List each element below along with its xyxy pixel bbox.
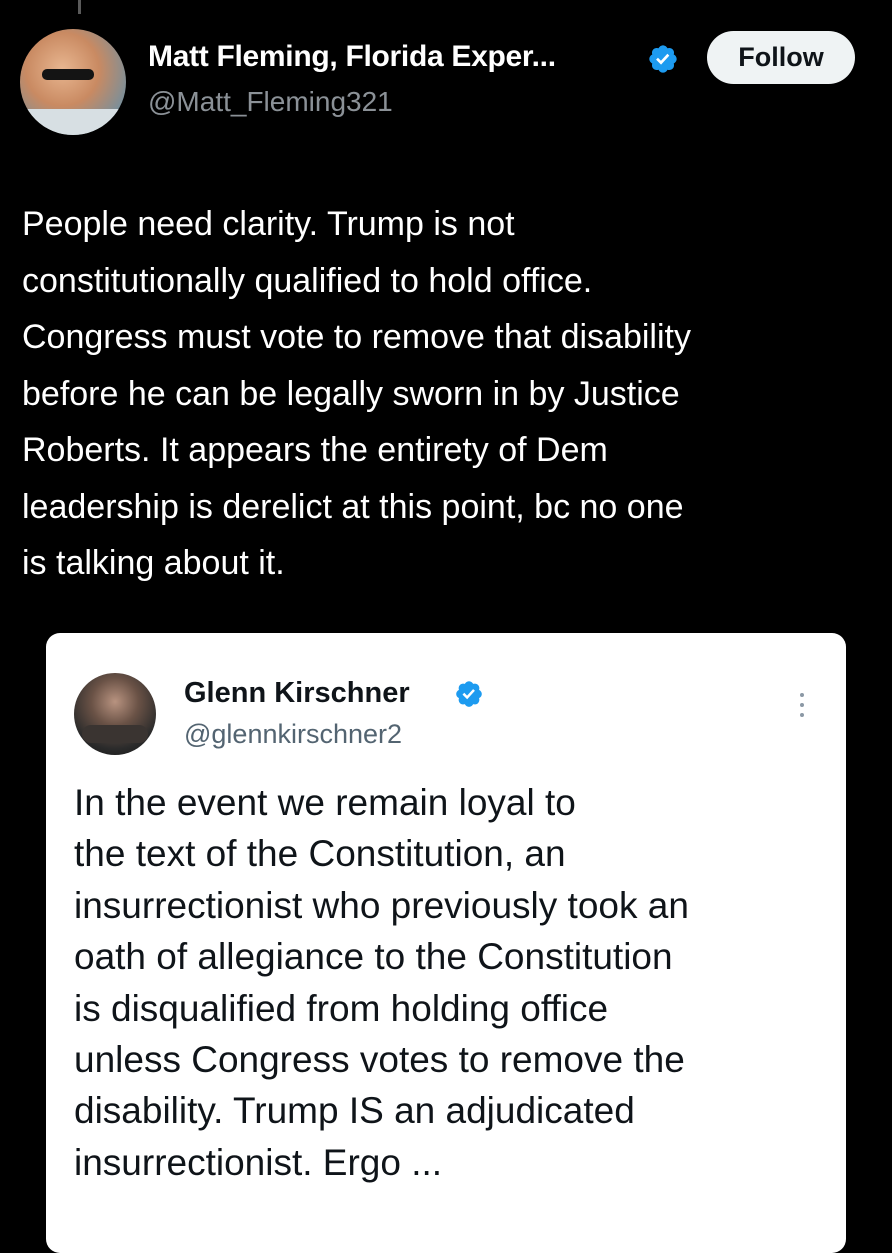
avatar-sunglasses xyxy=(42,69,94,80)
quoted-line: insurrectionist. Ergo ... xyxy=(74,1141,443,1183)
quoted-line: unless Congress votes to remove the xyxy=(74,1039,685,1081)
avatar-shirt xyxy=(20,109,126,135)
more-vertical-icon xyxy=(798,693,806,721)
verified-badge-icon xyxy=(456,681,482,707)
quoted-tweet-text: In the event we remain loyal to the text… xyxy=(74,777,834,1188)
tweet-line: Congress must vote to remove that disabi… xyxy=(22,318,691,356)
top-edge-mark xyxy=(78,0,81,14)
tweet-text: People need clarity. Trump is not consti… xyxy=(22,196,872,592)
quoted-line: oath of allegiance to the Constitution xyxy=(74,936,673,978)
author-handle[interactable]: @Matt_Fleming321 xyxy=(148,86,393,118)
avatar-arms xyxy=(82,725,148,743)
quoted-line: the text of the Constitution, an xyxy=(74,833,566,875)
quoted-line: disability. Trump IS an adjudicated xyxy=(74,1090,635,1132)
tweet-line: leadership is derelict at this point, bc… xyxy=(22,487,684,526)
tweet-line: is talking about it. xyxy=(22,544,285,582)
quoted-tweet-card[interactable]: Glenn Kirschner @glennkirschner2 In the … xyxy=(46,633,846,1253)
author-display-name[interactable]: Matt Fleming, Florida Exper... xyxy=(148,40,556,74)
quoted-line: is disqualified from holding office xyxy=(74,987,609,1029)
verified-badge-icon xyxy=(649,45,677,73)
tweet-line: constitutionally qualified to hold offic… xyxy=(22,261,593,300)
quoted-author-handle: @glennkirschner2 xyxy=(184,719,403,749)
quoted-line: insurrectionist who previously took an xyxy=(74,884,689,926)
quoted-author-avatar xyxy=(74,673,156,755)
quoted-author-name: Glenn Kirschner xyxy=(184,677,410,709)
author-avatar[interactable] xyxy=(20,29,126,135)
quoted-line: In the event we remain loyal to xyxy=(74,782,576,823)
tweet-line: People need clarity. Trump is not xyxy=(22,205,515,243)
follow-button[interactable]: Follow xyxy=(707,31,855,84)
tweet-line: before he can be legally sworn in by Jus… xyxy=(22,374,680,413)
tweet-line: Roberts. It appears the entirety of Dem xyxy=(22,431,608,469)
